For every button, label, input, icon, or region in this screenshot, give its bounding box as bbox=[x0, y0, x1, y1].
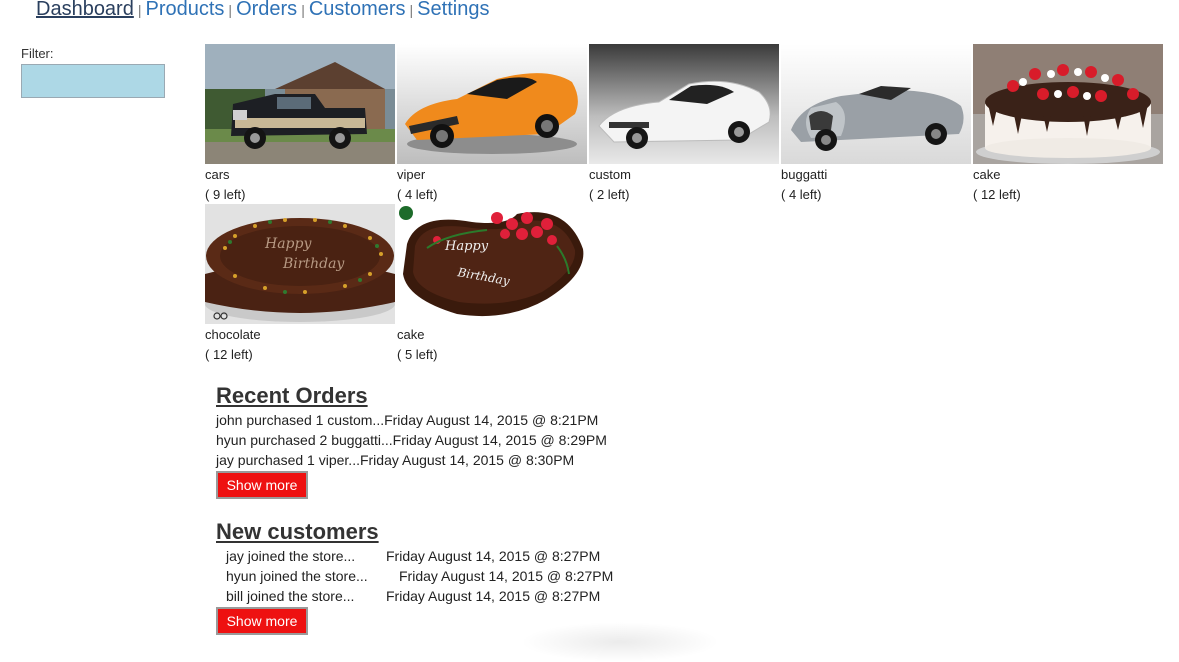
new-customers-title[interactable]: New customers bbox=[216, 519, 379, 545]
product-name: buggatti bbox=[781, 167, 828, 182]
product-image-white-supercar bbox=[589, 44, 779, 164]
product-name: custom bbox=[589, 167, 631, 182]
recent-orders-title[interactable]: Recent Orders bbox=[216, 383, 368, 409]
product-card[interactable]: Happy Birthday cake ( 5 left) bbox=[397, 204, 587, 364]
product-stock: ( 12 left) bbox=[205, 347, 253, 362]
order-row: hyun purchased 2 buggatti...Friday Augus… bbox=[216, 432, 607, 448]
customers-show-more-button[interactable]: Show more bbox=[216, 607, 308, 635]
cake-script-line1: Happy bbox=[264, 236, 312, 252]
product-image-silver-roadster bbox=[781, 44, 971, 164]
nav-separator: | bbox=[301, 2, 305, 18]
customer-row-date: Friday August 14, 2015 @ 8:27PM bbox=[399, 568, 614, 584]
product-image-pickup-truck bbox=[205, 44, 395, 164]
order-row: john purchased 1 custom...Friday August … bbox=[216, 412, 599, 428]
product-stock: ( 12 left) bbox=[973, 187, 1021, 202]
cake-script-line2: Birthday bbox=[282, 256, 345, 272]
product-image-orange-sports-car bbox=[397, 44, 587, 164]
nav-separator: | bbox=[409, 2, 414, 18]
product-card[interactable]: viper ( 4 left) bbox=[397, 44, 587, 204]
nav-dashboard[interactable]: Dashboard bbox=[36, 0, 134, 20]
product-name: cake bbox=[973, 167, 1001, 182]
nav-settings[interactable]: Settings bbox=[417, 0, 489, 20]
orders-show-more-button[interactable]: Show more bbox=[216, 471, 308, 499]
bottom-shadow bbox=[520, 622, 720, 662]
nav-orders[interactable]: Orders bbox=[236, 0, 297, 20]
product-image-strawberry-cake bbox=[973, 44, 1163, 164]
product-name: viper bbox=[397, 167, 426, 182]
order-row: jay purchased 1 viper...Friday August 14… bbox=[216, 452, 575, 468]
product-stock: ( 9 left) bbox=[205, 187, 246, 202]
product-stock: ( 2 left) bbox=[589, 187, 630, 202]
product-stock: ( 4 left) bbox=[781, 187, 822, 202]
top-nav: Dashboard | Products | Orders | Customers | Sett… bbox=[36, 0, 489, 21]
nav-separator: | bbox=[137, 2, 142, 18]
customer-row-text: hyun joined the store... bbox=[226, 568, 368, 584]
product-card[interactable]: cake ( 12 left) bbox=[973, 44, 1163, 204]
nav-separator: | bbox=[228, 2, 233, 18]
nav-customers[interactable]: Customers bbox=[309, 0, 406, 20]
product-name: chocolate bbox=[205, 327, 261, 342]
filter-label: Filter: bbox=[21, 46, 54, 61]
customer-row-date: Friday August 14, 2015 @ 8:27PM bbox=[386, 548, 601, 564]
customer-row-date: Friday August 14, 2015 @ 8:27PM bbox=[386, 588, 601, 604]
product-card[interactable]: buggatti ( 4 left) bbox=[781, 44, 971, 204]
product-stock: ( 5 left) bbox=[397, 347, 438, 362]
product-name: cake bbox=[397, 327, 425, 342]
customer-row-text: bill joined the store... bbox=[226, 588, 355, 604]
product-image-chocolate-birthday-cake: Happy Birthday bbox=[205, 204, 395, 324]
green-dot-icon bbox=[399, 206, 413, 220]
filter-input[interactable] bbox=[21, 64, 165, 98]
product-image-heart-birthday-cake: Happy Birthday bbox=[397, 204, 587, 324]
product-card[interactable]: custom ( 2 left) bbox=[589, 44, 779, 204]
product-stock: ( 4 left) bbox=[397, 187, 438, 202]
product-card[interactable]: cars ( 9 left) bbox=[205, 44, 395, 204]
cake-script-line1: Happy bbox=[444, 239, 489, 254]
product-name: cars bbox=[205, 167, 230, 182]
nav-products[interactable]: Products bbox=[145, 0, 224, 20]
product-card[interactable]: Happy Birthday chocolate ( 12 left) bbox=[205, 204, 395, 364]
customer-row-text: jay joined the store... bbox=[226, 548, 356, 564]
